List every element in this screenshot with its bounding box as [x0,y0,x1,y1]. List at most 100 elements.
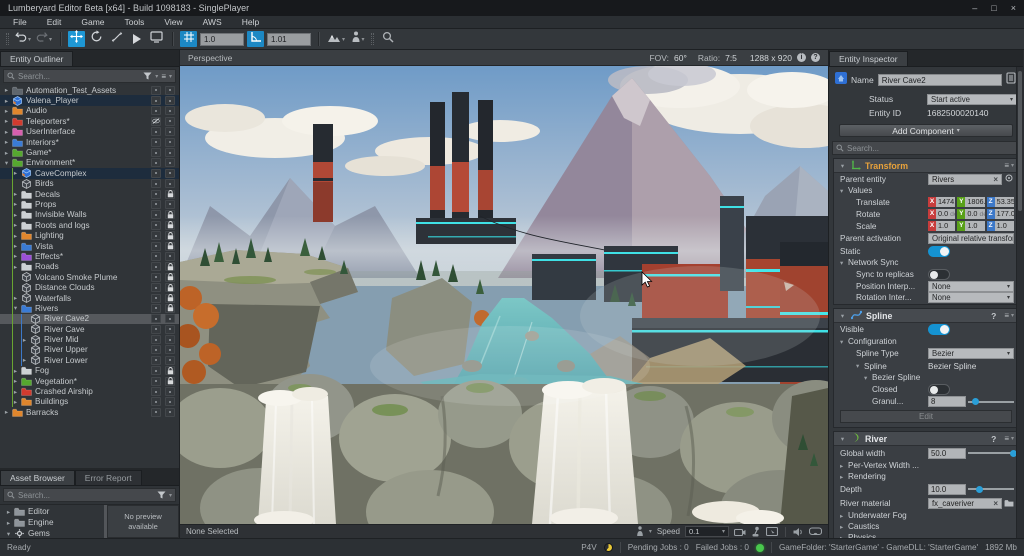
visibility-cell[interactable] [151,106,161,115]
depth-slider[interactable] [968,484,1014,494]
asset-item-engine[interactable]: ▸Engine [0,517,104,528]
global-width-field[interactable]: 50.0 [928,448,966,459]
rotation-interp-dropdown[interactable]: None [928,292,1014,303]
expand-arrow[interactable]: ▸ [840,534,848,539]
lock-cell[interactable] [165,138,175,147]
outliner-item-interiors[interactable]: ▸Interiors* [0,137,179,147]
expand-arrow[interactable]: ▸ [2,128,11,136]
ratio-value[interactable]: 7:5 [725,53,737,63]
rotate-tool-button[interactable] [88,31,105,47]
visibility-cell[interactable] [151,356,161,365]
visibility-cell[interactable] [151,242,161,251]
translate-x-field[interactable]: 1474.24m [936,197,955,207]
visibility-cell[interactable] [151,304,161,313]
lock-cell[interactable] [165,294,175,303]
speed-dropdown[interactable]: 0.1 [685,526,729,537]
outliner-item-vegetation[interactable]: ▸Vegetation* [0,376,179,386]
status-dropdown[interactable]: Start active [927,94,1017,105]
river-header[interactable]: ▾ River ? ≡▾ [834,432,1018,446]
scale-x-field[interactable]: 1.0 [936,221,955,231]
outliner-item-distance-clouds[interactable]: Distance Clouds [0,282,179,292]
scale-y-field[interactable]: 1.0 [965,221,984,231]
visibility-cell[interactable] [151,138,161,147]
camera-icon[interactable] [734,527,746,537]
lock-cell[interactable] [165,190,175,199]
expand-arrow[interactable]: ▸ [2,138,11,146]
simulate-button[interactable] [148,31,165,47]
spline-edit-button[interactable]: Edit [840,410,1012,423]
visibility-cell[interactable] [151,314,161,323]
translate-y-field[interactable]: 1806.0m [965,197,984,207]
lock-cell[interactable] [165,408,175,417]
visibility-cell[interactable] [151,345,161,354]
help-icon[interactable]: ? [991,311,996,321]
audio-icon[interactable] [793,527,804,537]
lock-cell[interactable] [165,158,175,167]
outliner-item-environment[interactable]: ▾Environment* [0,158,179,168]
visibility-cell[interactable] [151,117,161,126]
menu-file[interactable]: File [4,17,36,27]
granularity-field[interactable]: 8 [928,396,966,407]
outliner-item-birds[interactable]: Birds [0,179,179,189]
expand-arrow[interactable]: ▸ [4,508,13,516]
expand-arrow[interactable]: ▸ [2,149,11,157]
outliner-item-vista[interactable]: ▸Vista [0,241,179,251]
static-toggle[interactable] [928,246,950,257]
outliner-item-cavecomplex[interactable]: ▸CaveComplex [0,168,179,178]
toolbar-grip[interactable] [6,33,9,45]
menu-edit[interactable]: Edit [38,17,71,27]
position-interp-dropdown[interactable]: None [928,281,1014,292]
visible-toggle[interactable] [928,324,950,335]
visibility-cell[interactable] [151,96,161,105]
outliner-item-audio[interactable]: ▸Audio [0,106,179,116]
visibility-cell[interactable] [151,283,161,292]
expand-arrow[interactable]: ▾ [4,530,13,538]
visibility-cell[interactable] [151,179,161,188]
outliner-item-rivers[interactable]: ▾Rivers [0,303,179,313]
collapse-arrow-icon[interactable]: ▾ [838,162,847,170]
outliner-item-fog[interactable]: ▸Fog [0,366,179,376]
clear-icon[interactable]: × [993,175,998,184]
p4v-label[interactable]: P4V [581,543,596,552]
visibility-cell[interactable] [151,377,161,386]
lock-cell[interactable] [165,200,175,209]
visibility-cell[interactable] [151,190,161,199]
lock-cell[interactable] [165,377,175,386]
outliner-item-userinterface[interactable]: ▸UserInterface [0,127,179,137]
outliner-item-barracks[interactable]: ▸Barracks [0,407,179,417]
menu-aws[interactable]: AWS [194,17,231,27]
outliner-item-roots-and-logs[interactable]: ▸Roots and logs [0,220,179,230]
lock-cell[interactable] [165,397,175,406]
lock-cell[interactable] [165,106,175,115]
lock-cell[interactable] [165,273,175,282]
visibility-cell[interactable] [151,335,161,344]
lock-cell[interactable] [165,179,175,188]
expand-arrow[interactable]: ▾ [840,259,848,267]
rotate-z-field[interactable]: 177.0deg [995,209,1014,219]
outliner-item-river-lower[interactable]: ▸River Lower [0,355,179,365]
outliner-search-input[interactable] [18,72,140,81]
lock-cell[interactable] [165,325,175,334]
lock-cell[interactable] [165,210,175,219]
info-icon[interactable]: i [797,53,806,62]
outliner-item-river-cave2[interactable]: River Cave2 [0,314,179,324]
expand-arrow[interactable]: ▸ [2,97,11,105]
outliner-item-river-upper[interactable]: River Upper [0,345,179,355]
lock-cell[interactable] [165,127,175,136]
expand-arrow[interactable]: ▾ [840,187,848,195]
lock-cell[interactable] [165,262,175,271]
lock-cell[interactable] [165,231,175,240]
add-component-button[interactable]: Add Component▾ [839,124,1013,137]
lock-cell[interactable] [165,387,175,396]
play-button[interactable] [128,31,145,47]
tab-entity-outliner[interactable]: Entity Outliner [0,51,73,66]
parent-entity-field[interactable]: Rivers× [928,174,1002,185]
visibility-cell[interactable] [151,366,161,375]
inspector-search-input[interactable] [847,144,1016,153]
lock-cell[interactable] [165,304,175,313]
visibility-cell[interactable] [151,158,161,167]
expand-arrow[interactable]: ▸ [2,107,11,115]
viewpoint-person-icon[interactable] [636,526,644,537]
menu-tools[interactable]: Tools [116,17,154,27]
expand-arrow[interactable]: ▾ [840,362,864,370]
